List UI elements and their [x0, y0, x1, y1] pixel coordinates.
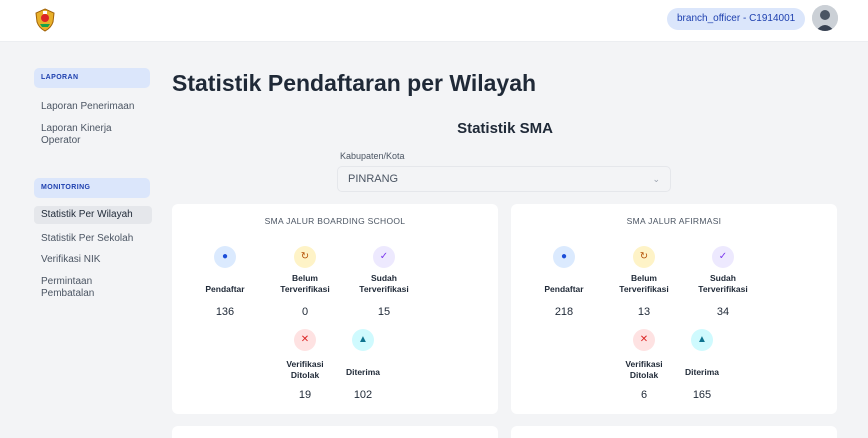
stat-label-line-1: Sudah	[710, 273, 736, 283]
sidebar-item-permintaan-pembatalan[interactable]: Permintaan Pembatalan	[34, 276, 124, 300]
user-icon: ●	[214, 246, 236, 268]
stat-belum-terverifikasi: ↻ Belum Terverifikasi 13	[599, 246, 689, 318]
stat-card-partial-left	[172, 426, 498, 438]
sidebar-item-laporan-penerimaan[interactable]: Laporan Penerimaan	[34, 101, 152, 113]
stat-value: 165	[692, 389, 712, 401]
card-title: SMA JALUR AFIRMASI	[626, 216, 722, 226]
sidebar-section-laporan: LAPORAN	[34, 68, 150, 88]
sidebar-section-monitoring: MONITORING	[34, 178, 150, 198]
stat-label-line-2: Terverifikasi	[698, 284, 748, 294]
stat-label-line-1: Belum	[292, 273, 318, 283]
stat-card-boarding-school: SMA JALUR BOARDING SCHOOL ● Pendaftar 13…	[172, 204, 498, 414]
stat-value: 13	[637, 306, 651, 318]
user-role-badge[interactable]: branch_officer - C1914001	[667, 8, 806, 30]
check-icon: ✓	[373, 246, 395, 268]
close-icon: ✕	[294, 329, 316, 351]
stat-pendaftar: ● Pendaftar 218	[519, 246, 609, 318]
stat-sudah-terverifikasi: ✓ Sudah Terverifikasi 15	[339, 246, 429, 318]
stat-label-line-1: Belum	[631, 273, 657, 283]
stat-value: 15	[377, 306, 391, 318]
stat-belum-terverifikasi: ↻ Belum Terverifikasi 0	[260, 246, 350, 318]
user-icon: ●	[553, 246, 575, 268]
government-emblem-logo[interactable]	[34, 8, 56, 32]
graduation-cap-icon: ▲	[691, 329, 713, 351]
graduation-cap-icon: ▲	[352, 329, 374, 351]
stat-label-line-2: Terverifikasi	[359, 284, 409, 294]
refresh-icon: ↻	[633, 246, 655, 268]
card-title: SMA JALUR BOARDING SCHOOL	[264, 216, 406, 226]
chevron-down-icon: ⌄	[652, 174, 660, 184]
stat-label: Pendaftar	[205, 284, 245, 294]
stat-label: Diterima	[345, 367, 380, 377]
refresh-icon: ↻	[294, 246, 316, 268]
stat-card-partial-right	[511, 426, 837, 438]
user-avatar[interactable]	[812, 5, 838, 31]
check-icon: ✓	[712, 246, 734, 268]
stat-label: Pendaftar	[544, 284, 584, 294]
stat-value: 136	[215, 306, 235, 318]
stat-value: 34	[716, 306, 730, 318]
stat-value: 218	[554, 306, 574, 318]
stat-label-line-2: Terverifikasi	[280, 284, 330, 294]
sidebar-item-statistik-per-sekolah[interactable]: Statistik Per Sekolah	[34, 233, 152, 245]
stat-value: 102	[353, 389, 373, 401]
region-select-label: Kabupaten/Kota	[340, 151, 405, 161]
sidebar-item-verifikasi-nik[interactable]: Verifikasi NIK	[34, 254, 152, 266]
stat-diterima: ▲ Diterima 102	[318, 329, 408, 401]
page-title: Statistik Pendaftaran per Wilayah	[172, 70, 537, 96]
region-select[interactable]: PINRANG ⌄	[337, 166, 671, 192]
stat-pendaftar: ● Pendaftar 136	[180, 246, 270, 318]
stat-diterima: ▲ Diterima 165	[657, 329, 747, 401]
stat-card-afirmasi: SMA JALUR AFIRMASI ● Pendaftar 218 ↻ Bel…	[511, 204, 837, 414]
region-select-value: PINRANG	[348, 173, 399, 185]
stat-sudah-terverifikasi: ✓ Sudah Terverifikasi 34	[678, 246, 768, 318]
sidebar-item-statistik-per-wilayah[interactable]: Statistik Per Wilayah	[34, 206, 152, 224]
top-bar: branch_officer - C1914001	[0, 0, 868, 42]
stat-label-line-1: Sudah	[371, 273, 397, 283]
stat-label-line-2: Terverifikasi	[619, 284, 669, 294]
stat-label: Diterima	[684, 367, 719, 377]
stat-value: 0	[301, 306, 309, 318]
section-subtitle: Statistik SMA	[457, 120, 553, 137]
sidebar-item-laporan-kinerja-operator[interactable]: Laporan Kinerja Operator	[34, 123, 144, 147]
close-icon: ✕	[633, 329, 655, 351]
